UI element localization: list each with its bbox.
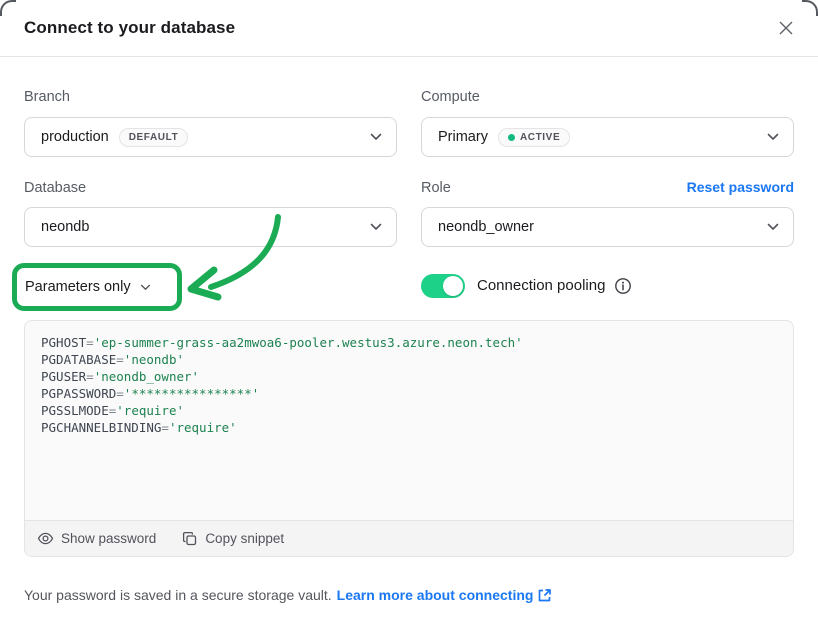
snippet-footer: Show password Copy snippet	[25, 520, 793, 556]
code-line: PGDATABASE='neondb'	[41, 351, 777, 368]
code-line: PGHOST='ep-summer-grass-aa2mwoa6-pooler.…	[41, 334, 777, 351]
close-button[interactable]	[768, 10, 804, 46]
security-note-text: Your password is saved in a secure stora…	[24, 587, 332, 603]
active-status-dot	[508, 134, 515, 141]
copy-snippet-button[interactable]: Copy snippet	[182, 531, 284, 547]
compute-value: Primary	[438, 129, 488, 145]
branch-select[interactable]: production DEFAULT	[24, 117, 397, 157]
code-line: PGCHANNELBINDING='require'	[41, 419, 777, 436]
eye-icon	[37, 530, 54, 547]
info-icon[interactable]	[614, 277, 632, 295]
database-value: neondb	[41, 219, 89, 235]
toggle-knob	[443, 276, 463, 296]
compute-active-badge: ACTIVE	[498, 128, 570, 147]
compute-select[interactable]: Primary ACTIVE	[421, 117, 794, 157]
dialog-title: Connect to your database	[24, 18, 235, 38]
role-value: neondb_owner	[438, 219, 534, 235]
code-line: PGSSLMODE='require'	[41, 402, 777, 419]
branch-default-badge: DEFAULT	[119, 128, 189, 147]
database-select[interactable]: neondb	[24, 207, 397, 247]
chevron-down-icon	[140, 284, 151, 291]
chevron-down-icon	[370, 133, 382, 141]
chevron-down-icon	[370, 223, 382, 231]
dialog-header: Connect to your database	[0, 0, 818, 57]
security-note: Your password is saved in a secure stora…	[24, 587, 552, 603]
compute-label: Compute	[421, 89, 480, 105]
branch-label: Branch	[24, 89, 70, 105]
show-password-button[interactable]: Show password	[37, 530, 156, 547]
role-select[interactable]: neondb_owner	[421, 207, 794, 247]
close-icon	[776, 18, 796, 38]
snippet-format-value: Parameters only	[25, 279, 131, 295]
connection-snippet-block: PGHOST='ep-summer-grass-aa2mwoa6-pooler.…	[24, 320, 794, 557]
role-label: Role	[421, 180, 451, 196]
snippet-format-select[interactable]: Parameters only	[12, 263, 182, 311]
connect-database-dialog: Connect to your database Branch Compute …	[0, 0, 818, 628]
code-line: PGUSER='neondb_owner'	[41, 368, 777, 385]
code-lines: PGHOST='ep-summer-grass-aa2mwoa6-pooler.…	[25, 321, 793, 520]
connection-pooling-label: Connection pooling	[477, 277, 605, 294]
database-label: Database	[24, 180, 86, 196]
chevron-down-icon	[767, 133, 779, 141]
branch-value: production	[41, 129, 109, 145]
code-line: PGPASSWORD='****************'	[41, 385, 777, 402]
learn-more-link[interactable]: Learn more about connecting	[337, 587, 553, 603]
copy-icon	[182, 531, 198, 547]
connection-pooling-toggle[interactable]	[421, 274, 465, 298]
chevron-down-icon	[767, 223, 779, 231]
external-link-icon	[537, 588, 552, 603]
reset-password-link[interactable]: Reset password	[687, 179, 794, 195]
